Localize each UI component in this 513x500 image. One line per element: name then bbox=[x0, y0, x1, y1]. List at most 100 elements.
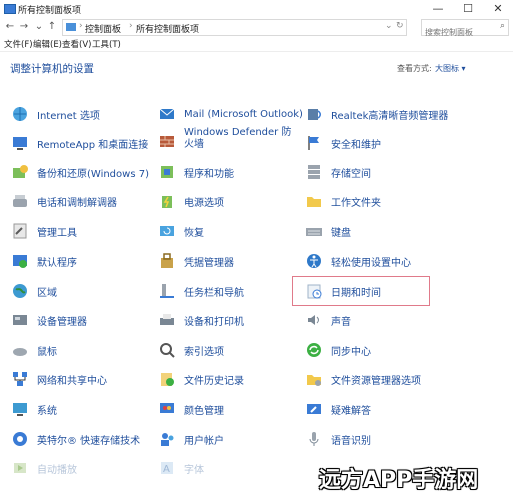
intel-storage-icon bbox=[11, 430, 29, 448]
item-security-maintenance[interactable]: 安全和维护 bbox=[305, 132, 381, 154]
sync-icon bbox=[305, 341, 323, 359]
item-ease-of-access[interactable]: 轻松使用设置中心 bbox=[305, 250, 411, 272]
item-admin-tools[interactable]: 管理工具 bbox=[11, 220, 77, 242]
flag-icon bbox=[305, 134, 323, 152]
close-button[interactable]: ✕ bbox=[483, 0, 513, 18]
network-icon bbox=[11, 370, 29, 388]
sound-icon bbox=[305, 311, 323, 329]
path-separator-icon: › bbox=[129, 21, 133, 31]
menu-tools[interactable]: 工具(T) bbox=[92, 38, 121, 50]
item-backup-restore[interactable]: 备份和还原(Windows 7) bbox=[11, 161, 149, 183]
minimize-button[interactable]: — bbox=[423, 0, 453, 18]
refresh-icon[interactable]: ↻ bbox=[396, 21, 404, 31]
item-speech-recognition[interactable]: 语音识别 bbox=[305, 428, 371, 450]
mail-icon bbox=[158, 105, 176, 123]
item-autoplay[interactable]: 自动播放 bbox=[11, 457, 77, 479]
item-device-manager[interactable]: 设备管理器 bbox=[11, 309, 87, 331]
item-realtek-audio[interactable]: Realtek高清晰音频管理器 bbox=[305, 103, 448, 125]
storage-icon bbox=[305, 163, 323, 181]
item-storage-spaces[interactable]: 存储空间 bbox=[305, 161, 371, 183]
color-management-icon bbox=[158, 400, 176, 418]
item-date-time[interactable]: 日期和时间 bbox=[305, 280, 381, 302]
remote-desktop-icon bbox=[11, 134, 29, 152]
explorer-options-icon bbox=[305, 370, 323, 388]
item-color-management[interactable]: 颜色管理 bbox=[158, 398, 224, 420]
mouse-icon bbox=[11, 341, 29, 359]
item-sound[interactable]: 声音 bbox=[305, 309, 351, 331]
fonts-icon: A bbox=[158, 459, 176, 477]
item-mouse[interactable]: 鼠标 bbox=[11, 339, 57, 361]
region-globe-icon bbox=[11, 282, 29, 300]
back-arrow-icon[interactable]: ← bbox=[4, 19, 16, 35]
clock-icon bbox=[305, 282, 323, 300]
breadcrumb-all-items[interactable]: 所有控制面板项 bbox=[136, 22, 199, 35]
control-panel-small-icon bbox=[66, 23, 76, 31]
indexing-icon bbox=[158, 341, 176, 359]
item-default-programs[interactable]: 默认程序 bbox=[11, 250, 77, 272]
item-file-explorer-options[interactable]: 文件资源管理器选项 bbox=[305, 368, 421, 390]
power-icon bbox=[158, 192, 176, 210]
troubleshoot-icon bbox=[305, 400, 323, 418]
item-work-folders[interactable]: 工作文件夹 bbox=[305, 190, 381, 212]
view-by-dropdown[interactable]: 大图标 ▾ bbox=[435, 63, 466, 74]
menu-bar: 文件(F) 编辑(E) 查看(V) 工具(T) bbox=[0, 37, 513, 52]
path-separator-icon: › bbox=[79, 21, 83, 31]
forward-arrow-icon[interactable]: → bbox=[18, 19, 30, 35]
item-internet-options[interactable]: Internet 选项 bbox=[11, 103, 100, 125]
search-icon[interactable]: ⌕ bbox=[500, 21, 505, 31]
credential-icon bbox=[158, 252, 176, 270]
item-taskbar-navigation[interactable]: 任务栏和导航 bbox=[158, 280, 244, 302]
keyboard-icon bbox=[305, 222, 323, 240]
item-recovery[interactable]: 恢复 bbox=[158, 220, 204, 242]
globe-icon bbox=[11, 105, 29, 123]
item-devices-printers[interactable]: 设备和打印机 bbox=[158, 309, 244, 331]
item-programs-features[interactable]: 程序和功能 bbox=[158, 161, 234, 183]
phone-icon bbox=[11, 192, 29, 210]
item-sync-center[interactable]: 同步中心 bbox=[305, 339, 371, 361]
device-manager-icon bbox=[11, 311, 29, 329]
recovery-icon bbox=[158, 222, 176, 240]
window-title: 所有控制面板项 bbox=[18, 6, 82, 16]
svg-text:A: A bbox=[163, 464, 170, 475]
view-by-label: 查看方式: bbox=[397, 64, 432, 73]
item-indexing-options[interactable]: 索引选项 bbox=[158, 339, 224, 361]
dropdown-chevron-icon[interactable]: ⌄ bbox=[385, 21, 393, 31]
backup-icon bbox=[11, 163, 29, 181]
firewall-icon bbox=[158, 133, 176, 151]
folder-icon bbox=[305, 192, 323, 210]
item-region[interactable]: 区域 bbox=[11, 280, 57, 302]
item-remoteapp[interactable]: RemoteApp 和桌面连接 bbox=[11, 132, 148, 154]
item-file-history[interactable]: 文件历史记录 bbox=[158, 368, 244, 390]
menu-edit[interactable]: 编辑(E) bbox=[33, 38, 62, 50]
item-user-accounts[interactable]: 用户帐户 bbox=[158, 428, 224, 450]
item-mail-outlook[interactable]: Mail (Microsoft Outlook) bbox=[158, 103, 303, 125]
item-intel-rst[interactable]: 英特尔® 快速存储技术 bbox=[11, 428, 140, 450]
item-phone-modem[interactable]: 电话和调制解调器 bbox=[11, 190, 117, 212]
control-panel-icon bbox=[4, 4, 16, 14]
item-network-sharing[interactable]: 网络和共享中心 bbox=[11, 368, 107, 390]
breadcrumb-control-panel[interactable]: 控制面板 bbox=[85, 22, 121, 35]
recent-locations-chevron-icon[interactable]: ⌄ bbox=[33, 19, 45, 35]
speaker-icon bbox=[305, 105, 323, 123]
item-credential-manager[interactable]: 凭据管理器 bbox=[158, 250, 234, 272]
item-system[interactable]: 系统 bbox=[11, 398, 57, 420]
default-programs-icon bbox=[11, 252, 29, 270]
menu-file[interactable]: 文件(F) bbox=[4, 38, 33, 50]
printer-icon bbox=[158, 311, 176, 329]
programs-icon bbox=[158, 163, 176, 181]
address-bar: ← → ⌄ ↑ › 控制面板 › 所有控制面板项 ⌄ ↻ ⌕ bbox=[0, 18, 513, 40]
ease-of-access-icon bbox=[305, 252, 323, 270]
title-bar: 所有控制面板项 — ☐ ✕ bbox=[0, 0, 513, 18]
up-arrow-icon[interactable]: ↑ bbox=[46, 19, 58, 35]
item-troubleshooting[interactable]: 疑难解答 bbox=[305, 398, 371, 420]
menu-view[interactable]: 查看(V) bbox=[62, 38, 91, 50]
watermark: 远方APP手游网 bbox=[319, 468, 479, 493]
item-defender-firewall[interactable]: Windows Defender 防火墙 bbox=[158, 127, 296, 159]
item-keyboard[interactable]: 键盘 bbox=[305, 220, 351, 242]
maximize-button[interactable]: ☐ bbox=[453, 0, 483, 18]
address-path[interactable]: › 控制面板 › 所有控制面板项 ⌄ ↻ bbox=[62, 19, 407, 36]
item-fonts[interactable]: A 字体 bbox=[158, 457, 204, 479]
user-accounts-icon bbox=[158, 430, 176, 448]
item-power-options[interactable]: 电源选项 bbox=[158, 190, 224, 212]
search-box[interactable]: ⌕ bbox=[421, 19, 509, 40]
